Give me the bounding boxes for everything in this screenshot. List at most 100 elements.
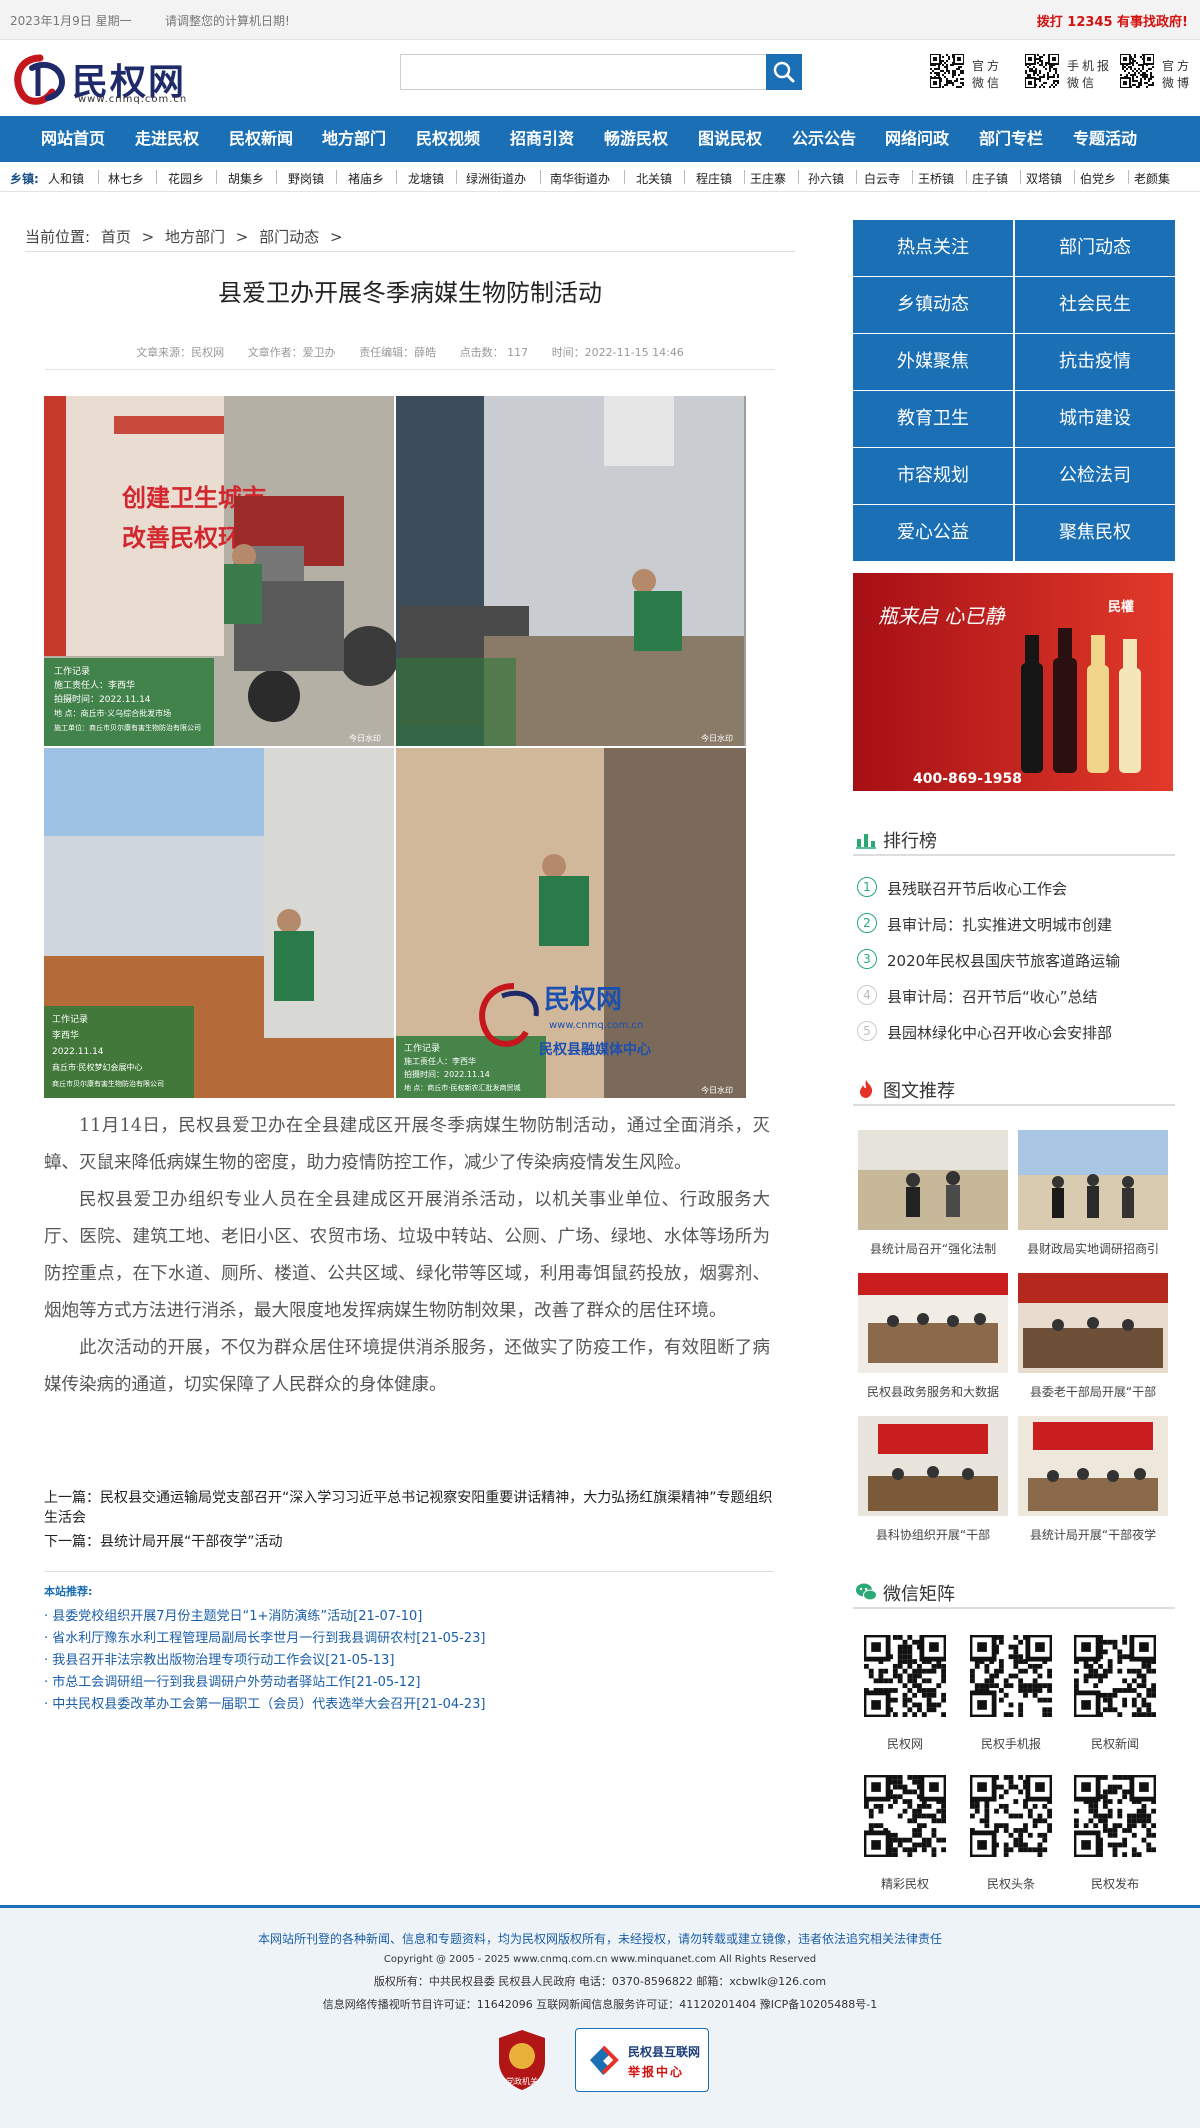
pic-caption[interactable]: 县委老干部局开展“干部: [1018, 1383, 1168, 1400]
category-link[interactable]: 部门动态: [1015, 220, 1175, 276]
search-input[interactable]: [401, 55, 767, 89]
wechat-qr-card[interactable]: 民权新闻: [1065, 1635, 1165, 1765]
qr-code-icon: [864, 1775, 946, 1857]
town-link[interactable]: 人和镇: [48, 170, 84, 187]
recommend-link[interactable]: · 中共民权县委改革办工会第一届职工（会员）代表选举大会召开[21-04-23]: [44, 1694, 774, 1716]
pic-caption[interactable]: 县财政局实地调研招商引: [1018, 1240, 1168, 1257]
wechat-qr-card[interactable]: 民权手机报: [961, 1635, 1061, 1765]
rank-link[interactable]: 县审计局：扎实推进文明城市创建: [887, 914, 1112, 935]
town-link[interactable]: 龙塘镇: [408, 170, 444, 187]
breadcrumb-local-dept[interactable]: 地方部门: [165, 228, 225, 246]
rank-link[interactable]: 县园林绿化中心召开收心会安排部: [887, 1022, 1112, 1043]
nav-item[interactable]: 公示公告: [783, 116, 865, 162]
rank-item[interactable]: 1 县残联召开节后收心工作会: [853, 876, 1175, 900]
town-link[interactable]: 庄子镇: [972, 170, 1008, 187]
rank-item[interactable]: 4 县审计局：召开节后“收心”总结: [853, 984, 1175, 1008]
rank-number: 3: [857, 949, 877, 969]
nav-item[interactable]: 走进民权: [126, 116, 208, 162]
divider: [456, 170, 457, 184]
town-link[interactable]: 林七乡: [108, 170, 144, 187]
nav-item[interactable]: 专题活动: [1064, 116, 1146, 162]
recommend-link[interactable]: · 县委党校组织开展7月份主题党日“1+消防演练”活动[21-07-10]: [44, 1606, 774, 1628]
photo-1-line: 施工单位：商丘市贝尔康有害生物防治有限公司: [54, 723, 201, 732]
nav-item[interactable]: 部门专栏: [970, 116, 1052, 162]
wechat-qr-card[interactable]: 精彩民权: [855, 1775, 955, 1905]
hotline-text[interactable]: 拨打 12345 有事找政府!: [1037, 11, 1188, 30]
recommend-list: · 县委党校组织开展7月份主题党日“1+消防演练”活动[21-07-10] · …: [44, 1606, 774, 1716]
photo-1-line: 工作记录: [54, 665, 90, 677]
nav-item-home[interactable]: 网站首页: [32, 116, 114, 162]
category-link[interactable]: 乡镇动态: [853, 277, 1013, 333]
pic-caption[interactable]: 民权县政务服务和大数据: [858, 1383, 1008, 1400]
qr-official-weibo[interactable]: 官方 微博: [1120, 54, 1200, 90]
qr-official-wechat[interactable]: 官方 微信: [930, 54, 1020, 90]
rank-link[interactable]: 县残联召开节后收心工作会: [887, 878, 1067, 899]
town-link[interactable]: 王桥镇: [918, 170, 954, 187]
nav-item[interactable]: 网络问政: [876, 116, 958, 162]
town-link[interactable]: 孙六镇: [808, 170, 844, 187]
report-center-badge[interactable]: 民权县互联网 举报中心: [575, 2028, 709, 2092]
search-button[interactable]: [766, 54, 802, 90]
pic-card[interactable]: 县统计局召开“强化法制: [858, 1130, 1008, 1260]
nav-item[interactable]: 民权新闻: [220, 116, 302, 162]
town-link[interactable]: 花园乡: [168, 170, 204, 187]
pic-card[interactable]: 县统计局开展“干部夜学: [1018, 1416, 1168, 1546]
breadcrumb-dept-news[interactable]: 部门动态: [259, 228, 319, 246]
rank-item[interactable]: 5 县园林绿化中心召开收心会安排部: [853, 1020, 1175, 1044]
rank-link[interactable]: 2020年民权县国庆节旅客道路运输: [887, 950, 1120, 971]
category-link[interactable]: 外媒聚焦: [853, 334, 1013, 390]
nav-item[interactable]: 图说民权: [689, 116, 771, 162]
nav-item[interactable]: 地方部门: [313, 116, 395, 162]
site-logo[interactable]: 民权网 www.cnmq.com.cn: [10, 50, 220, 110]
party-gov-badge[interactable]: 党政机关: [495, 2028, 549, 2092]
breadcrumb-home[interactable]: 首页: [101, 228, 131, 246]
town-link[interactable]: 胡集乡: [228, 170, 264, 187]
category-link[interactable]: 聚焦民权: [1015, 505, 1175, 561]
category-link[interactable]: 热点关注: [853, 220, 1013, 276]
qr-mobile-paper[interactable]: 手机报 微信: [1025, 54, 1115, 90]
pic-caption[interactable]: 县科协组织开展“干部: [858, 1526, 1008, 1543]
town-link[interactable]: 褚庙乡: [348, 170, 384, 187]
category-link[interactable]: 抗击疫情: [1015, 334, 1175, 390]
category-link[interactable]: 市容规划: [853, 448, 1013, 504]
rank-item[interactable]: 3 2020年民权县国庆节旅客道路运输: [853, 948, 1175, 972]
town-link[interactable]: 绿洲街道办: [466, 170, 526, 187]
pic-caption[interactable]: 县统计局召开“强化法制: [858, 1240, 1008, 1257]
category-link[interactable]: 公检法司: [1015, 448, 1175, 504]
town-link[interactable]: 野岗镇: [288, 170, 324, 187]
pic-caption[interactable]: 县统计局开展“干部夜学: [1018, 1526, 1168, 1543]
photo-3-line: 2022.11.14: [52, 1047, 104, 1057]
town-link[interactable]: 北关镇: [636, 170, 672, 187]
pic-card[interactable]: 县财政局实地调研招商引: [1018, 1130, 1168, 1260]
category-link[interactable]: 教育卫生: [853, 391, 1013, 447]
recommend-link[interactable]: · 市总工会调研组一行到我县调研户外劳动者驿站工作[21-05-12]: [44, 1672, 774, 1694]
pic-thumbnail: [858, 1416, 1008, 1516]
wechat-qr-card[interactable]: 民权头条: [961, 1775, 1061, 1905]
next-article-link[interactable]: 下一篇：县统计局开展“干部夜学”活动: [44, 1532, 774, 1552]
town-link[interactable]: 双塔镇: [1026, 170, 1062, 187]
town-link[interactable]: 王庄寨: [750, 170, 786, 187]
category-link[interactable]: 爱心公益: [853, 505, 1013, 561]
nav-item[interactable]: 招商引资: [501, 116, 583, 162]
category-link[interactable]: 社会民生: [1015, 277, 1175, 333]
category-link[interactable]: 城市建设: [1015, 391, 1175, 447]
wechat-qr-card[interactable]: 民权网: [855, 1635, 955, 1765]
rank-item[interactable]: 2 县审计局：扎实推进文明城市创建: [853, 912, 1175, 936]
town-link[interactable]: 伯党乡: [1080, 170, 1116, 187]
recommend-link[interactable]: · 我县召开非法宗教出版物治理专项行动工作会议[21-05-13]: [44, 1650, 774, 1672]
pic-card[interactable]: 县科协组织开展“干部: [858, 1416, 1008, 1546]
nav-item[interactable]: 畅游民权: [595, 116, 677, 162]
prev-article-link[interactable]: 上一篇：民权县交通运输局党支部召开“深入学习习近平总书记视察安阳重要讲话精神，大…: [44, 1488, 774, 1528]
nav-item[interactable]: 民权视频: [407, 116, 489, 162]
meta-time: 时间：2022-11-15 14:46: [551, 346, 684, 359]
town-link[interactable]: 南华街道办: [550, 170, 610, 187]
pic-card[interactable]: 县委老干部局开展“干部: [1018, 1273, 1168, 1403]
town-link[interactable]: 老颜集: [1134, 170, 1170, 187]
recommend-link[interactable]: · 省水利厅豫东水利工程管理局副局长李世月一行到我县调研农村[21-05-23]: [44, 1628, 774, 1650]
town-link[interactable]: 白云寺: [864, 170, 900, 187]
wechat-qr-card[interactable]: 民权发布: [1065, 1775, 1165, 1905]
pic-card[interactable]: 民权县政务服务和大数据: [858, 1273, 1008, 1403]
wine-ad[interactable]: 瓶来启 心已静 民權 400-869-1958: [853, 573, 1173, 791]
town-link[interactable]: 程庄镇: [696, 170, 732, 187]
rank-link[interactable]: 县审计局：召开节后“收心”总结: [887, 986, 1098, 1007]
